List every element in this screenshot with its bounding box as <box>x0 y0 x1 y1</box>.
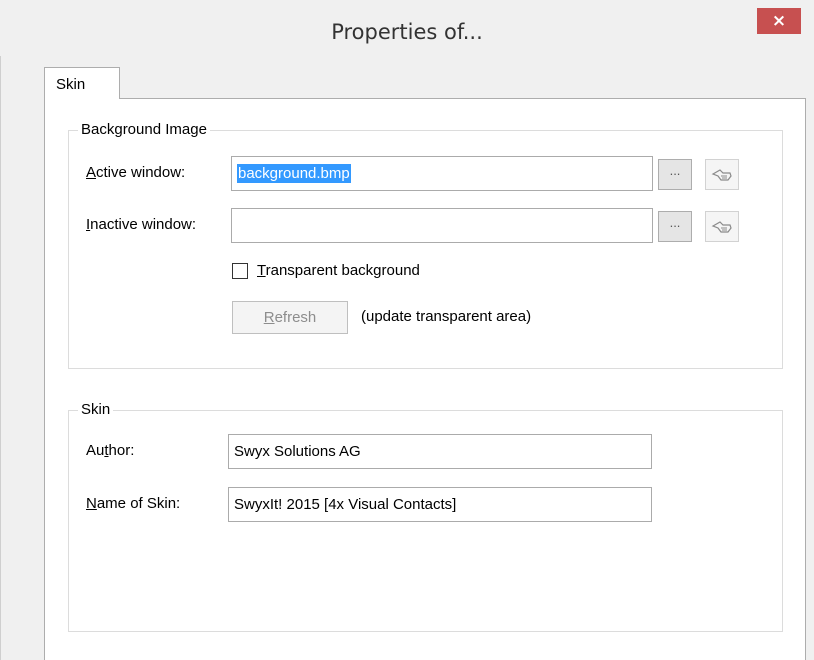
window-frame-right <box>808 0 814 660</box>
active-window-browse-button[interactable]: ... <box>658 159 692 190</box>
author-value: Swyx Solutions AG <box>234 443 361 460</box>
tab-skin[interactable]: Skin <box>44 67 120 99</box>
active-window-preview-button[interactable] <box>705 159 739 190</box>
inactive-window-browse-button[interactable]: ... <box>658 211 692 242</box>
author-label: Author: <box>86 442 135 459</box>
refresh-hint: (update transparent area) <box>361 308 532 325</box>
hand-pointer-icon <box>711 168 732 181</box>
active-window-value: background.bmp <box>237 164 351 183</box>
window-frame-left <box>0 0 7 660</box>
active-window-field[interactable]: background.bmp <box>231 156 653 191</box>
close-icon: × <box>771 10 787 31</box>
title-bar: Properties of... × <box>0 0 814 56</box>
author-field[interactable]: Swyx Solutions AG <box>228 434 652 469</box>
properties-dialog: Properties of... × Skin Background Image… <box>0 0 814 660</box>
close-button[interactable]: × <box>757 8 801 34</box>
refresh-button[interactable]: Refresh <box>232 301 348 334</box>
ellipsis-icon: ... <box>669 163 681 178</box>
hand-pointer-icon <box>711 220 732 233</box>
skin-name-value: SwyxIt! 2015 [4x Visual Contacts] <box>234 496 457 513</box>
skin-group-label: Skin <box>78 401 114 418</box>
inactive-window-label: Inactive window: <box>86 216 197 233</box>
ellipsis-icon: ... <box>669 215 681 230</box>
background-image-group-label: Background Image <box>78 121 210 138</box>
skin-name-label: Name of Skin: <box>86 495 181 512</box>
active-window-label: Active window: <box>86 164 186 181</box>
transparent-background-label[interactable]: Transparent background <box>257 262 420 279</box>
inactive-window-preview-button[interactable] <box>705 211 739 242</box>
skin-name-field[interactable]: SwyxIt! 2015 [4x Visual Contacts] <box>228 487 652 522</box>
window-title: Properties of... <box>331 20 483 44</box>
transparent-background-checkbox[interactable] <box>232 263 248 279</box>
tab-skin-label: Skin <box>56 76 86 93</box>
inactive-window-field[interactable] <box>231 208 653 243</box>
